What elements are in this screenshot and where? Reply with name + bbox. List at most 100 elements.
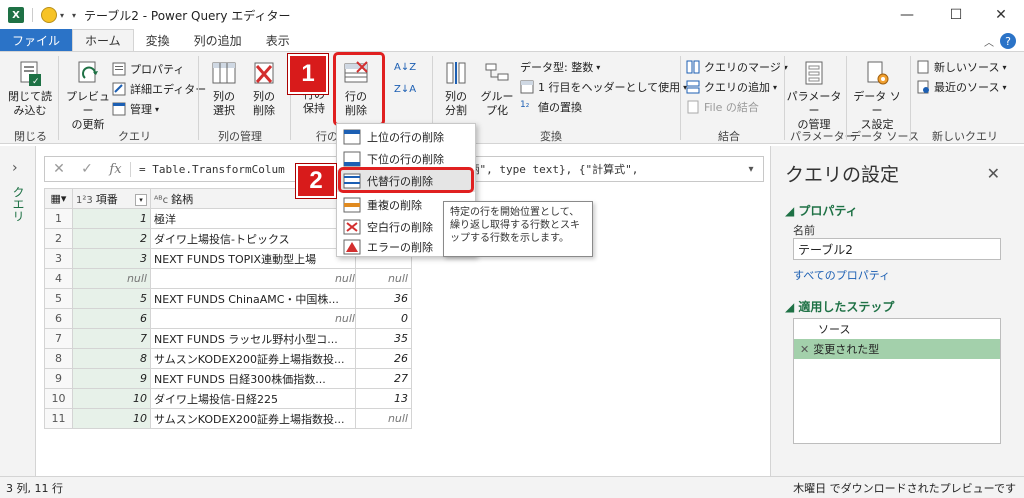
close-button[interactable]: ✕ — [978, 0, 1024, 30]
filter-icon[interactable]: ▾ — [135, 193, 147, 206]
remove-duplicates-icon — [343, 197, 361, 213]
chevron-down-icon[interactable]: ▾ — [739, 164, 763, 175]
table-row[interactable]: 9 9 NEXT FUNDS 日経300株価指数... 27 — [44, 368, 412, 389]
cell-stock-name[interactable]: NEXT FUNDS ChinaAMC・中国株... — [150, 288, 356, 309]
cell-col3[interactable]: 13 — [355, 388, 412, 409]
excel-icon: X — [8, 7, 24, 23]
refresh-icon — [78, 61, 98, 83]
close-icon[interactable]: ✕ — [987, 164, 1000, 183]
data-type-button[interactable]: データ型: 整数 ▾ — [520, 58, 600, 76]
tab-add-column[interactable]: 列の追加 — [182, 29, 254, 51]
new-source-icon — [917, 60, 929, 74]
properties-button[interactable]: プロパティ — [112, 60, 184, 78]
cell-item-no[interactable]: null — [72, 268, 151, 289]
append-queries-button[interactable]: クエリの追加 ▾ — [686, 78, 777, 96]
data-source-settings-button[interactable]: データ ソー ス設定 — [848, 60, 906, 132]
cell-item-no[interactable]: 10 — [72, 388, 151, 409]
smiley-icon[interactable] — [41, 7, 57, 23]
cell-item-no[interactable]: 6 — [72, 308, 151, 329]
merge-queries-button[interactable]: クエリのマージ ▾ — [686, 58, 788, 76]
cell-item-no[interactable]: 9 — [72, 368, 151, 389]
chevron-up-icon[interactable]: ︿ — [984, 34, 994, 49]
close-load-button[interactable]: ✓ 閉じて読 み込む — [6, 60, 54, 118]
tab-view[interactable]: 表示 — [254, 29, 302, 51]
row-number: 5 — [44, 288, 73, 309]
tab-home[interactable]: ホーム — [72, 29, 134, 51]
column-header-item-no[interactable]: 1²3 項番 ▾ — [72, 188, 151, 209]
remove-columns-button[interactable]: 列の 削除 — [244, 60, 284, 118]
cell-col3[interactable]: 0 — [355, 308, 412, 329]
cell-stock-name[interactable]: ダイワ上場投信-日経225 — [150, 388, 356, 409]
table-menu-icon[interactable]: ▦▾ — [44, 188, 73, 209]
advanced-editor-button[interactable]: 詳細エディター — [112, 80, 206, 98]
cell-stock-name[interactable]: NEXT FUNDS 日経300株価指数... — [150, 368, 356, 389]
step-source[interactable]: ソース — [794, 319, 1000, 339]
cell-stock-name[interactable]: null — [150, 268, 356, 289]
table-row[interactable]: 4 null null null — [44, 268, 412, 289]
refresh-preview-button[interactable]: プレビュー の更新 — [62, 60, 114, 132]
tab-transform[interactable]: 変換 — [134, 29, 182, 51]
recent-sources-icon — [917, 80, 929, 94]
maximize-button[interactable]: ☐ — [933, 0, 979, 30]
cell-item-no[interactable]: 7 — [72, 328, 151, 349]
table-row[interactable]: 7 7 NEXT FUNDS ラッセル野村小型コ... 35 — [44, 328, 412, 349]
table-row[interactable]: 5 5 NEXT FUNDS ChinaAMC・中国株... 36 — [44, 288, 412, 309]
cell-item-no[interactable]: 8 — [72, 348, 151, 369]
sort-descending-icon[interactable]: Z↓A — [394, 80, 416, 98]
cell-item-no[interactable]: 3 — [72, 248, 151, 269]
properties-section[interactable]: ◢ プロパティ — [785, 202, 858, 219]
table-row[interactable]: 6 6 null 0 — [44, 308, 412, 329]
applied-steps-section[interactable]: ◢ 適用したステップ — [785, 298, 894, 315]
recent-sources-button[interactable]: 最近のソース ▾ — [916, 78, 1006, 96]
all-properties-link[interactable]: すべてのプロパティ — [793, 267, 890, 283]
split-column-button[interactable]: 列の 分割 — [436, 60, 476, 118]
cell-stock-name[interactable]: NEXT FUNDS ラッセル野村小型コ... — [150, 328, 356, 349]
chevron-right-icon[interactable]: › — [12, 160, 18, 176]
replace-values-button[interactable]: 1₂ 値の置換 — [520, 98, 582, 116]
choose-columns-button[interactable]: 列の 選択 — [204, 60, 244, 118]
step-changed-type[interactable]: ✕ 変更された型 — [794, 339, 1000, 359]
cell-item-no[interactable]: 2 — [72, 228, 151, 249]
split-column-icon — [446, 62, 466, 84]
cell-col3[interactable]: 26 — [355, 348, 412, 369]
help-icon[interactable]: ? — [1000, 33, 1016, 49]
cell-item-no[interactable]: 10 — [72, 408, 151, 429]
table-row[interactable]: 11 10 サムスンKODEX200証券上場指数投... null — [44, 408, 412, 429]
query-name-input[interactable]: テーブル2 — [793, 238, 1001, 260]
row-number: 8 — [44, 348, 73, 369]
cell-col3[interactable]: 35 — [355, 328, 412, 349]
group-by-button[interactable]: グルー プ化 — [478, 60, 516, 118]
cell-stock-name[interactable]: サムスンKODEX200証券上場指数投... — [150, 348, 356, 369]
cell-stock-name[interactable]: null — [150, 308, 356, 329]
cell-col3[interactable]: 36 — [355, 288, 412, 309]
tab-file[interactable]: ファイル — [0, 29, 73, 51]
cell-item-no[interactable]: 5 — [72, 288, 151, 309]
cell-stock-name[interactable]: NEXT FUNDS TOPIX連動型上場 — [150, 248, 356, 269]
queries-navigator[interactable]: › クエリ — [0, 146, 36, 476]
sort-ascending-icon[interactable]: A↓Z — [394, 58, 416, 76]
new-source-button[interactable]: 新しいソース ▾ — [916, 58, 1006, 76]
minimize-button[interactable]: — — [884, 0, 930, 30]
close-load-label: 閉じて読 み込む — [8, 90, 52, 117]
manage-button[interactable]: 管理 ▾ — [112, 100, 159, 118]
menu-item-remove-top-rows[interactable]: 上位の行の削除 — [337, 126, 475, 148]
cell-col3[interactable]: null — [355, 408, 412, 429]
cell-col3[interactable]: 27 — [355, 368, 412, 389]
query-settings-pane: クエリの設定 ✕ ◢ プロパティ 名前 テーブル2 すべてのプロパティ ◢ 適用… — [770, 146, 1024, 476]
table-row[interactable]: 10 10 ダイワ上場投信-日経225 13 — [44, 388, 412, 409]
table-row[interactable]: 8 8 サムスンKODEX200証券上場指数投... 26 — [44, 348, 412, 369]
cell-item-no[interactable]: 1 — [72, 208, 151, 229]
manage-parameters-button[interactable]: パラメーター の管理 — [786, 60, 842, 132]
group-new-query-label: 新しいクエリ — [932, 130, 998, 143]
cancel-icon[interactable]: ✕ — [45, 161, 73, 177]
cell-stock-name[interactable]: 極洋 — [150, 208, 356, 229]
cell-stock-name[interactable]: サムスンKODEX200証券上場指数投... — [150, 408, 356, 429]
combine-files-button[interactable]: File の結合 — [686, 98, 759, 116]
delete-step-icon[interactable]: ✕ — [800, 343, 809, 356]
customize-toolbar-icon[interactable]: ▾ — [72, 11, 76, 20]
use-first-row-header-button[interactable]: 1 行目をヘッダーとして使用 ▾ — [520, 78, 687, 96]
check-icon[interactable]: ✓ — [73, 161, 101, 177]
cell-col3[interactable]: null — [355, 268, 412, 289]
chevron-down-icon[interactable]: ▾ — [60, 11, 64, 20]
cell-stock-name[interactable]: ダイワ上場投信-トピックス — [150, 228, 356, 249]
